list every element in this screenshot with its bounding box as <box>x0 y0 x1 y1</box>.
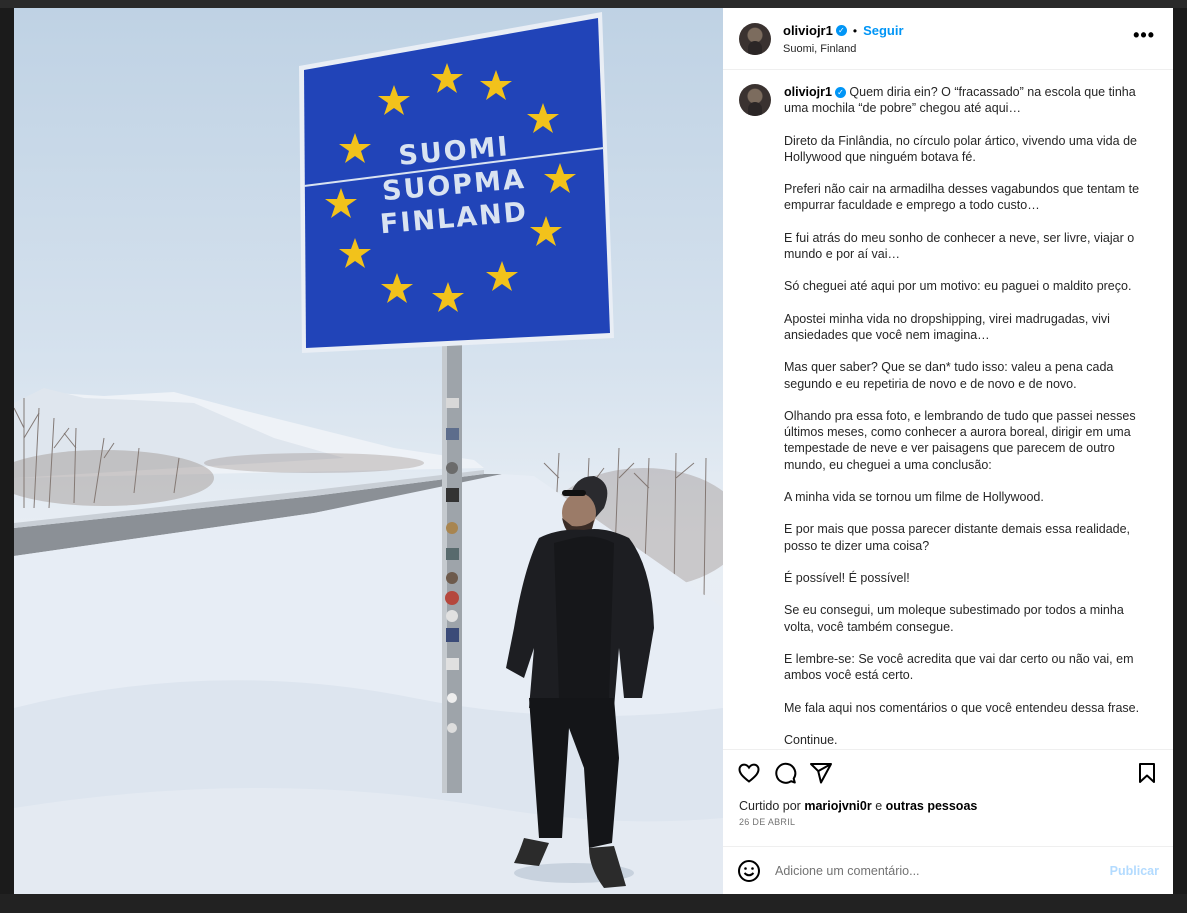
caption-paragraph: Se eu consegui, um moleque subestimado p… <box>784 603 1128 634</box>
post-header: oliviojr1 ✓ • Seguir Suomi, Finland ••• <box>723 8 1173 70</box>
caption-paragraph: Direto da Finlândia, no círculo polar ár… <box>784 133 1141 164</box>
more-options-icon[interactable]: ••• <box>1133 26 1155 44</box>
caption-paragraph: Apostei minha vida no dropshipping, vire… <box>784 311 1114 342</box>
author-avatar[interactable] <box>739 22 771 55</box>
caption-paragraph: Preferi não cair na armadilha desses vag… <box>784 182 1143 213</box>
caption-username[interactable]: oliviojr1 <box>784 85 832 99</box>
bookmark-icon[interactable] <box>1135 761 1159 785</box>
liked-prefix: Curtido por <box>739 799 801 813</box>
caption-paragraph: Olhando pra essa foto, e lembrando de tu… <box>784 408 1140 472</box>
post-date[interactable]: 26 DE ABRIL <box>723 813 1173 827</box>
action-bar <box>723 749 1173 795</box>
separator-dot: • <box>852 24 858 38</box>
caption-scroll-area[interactable]: oliviojr1 ✓ Quem diria ein? O “fracassado… <box>723 70 1173 749</box>
post-photo[interactable]: SUOMI SUOPMA FINLAND <box>14 8 723 894</box>
caption-row: oliviojr1 ✓ Quem diria ein? O “fracassado… <box>739 84 1157 749</box>
share-icon[interactable] <box>809 761 833 785</box>
author-username[interactable]: oliviojr1 <box>783 23 833 38</box>
feed-background-bottom <box>0 894 1187 913</box>
author-info: oliviojr1 ✓ • Seguir Suomi, Finland <box>783 22 904 55</box>
caption-paragraph: E lembre-se: Se você acredita que vai da… <box>784 651 1137 683</box>
caption-paragraph: Me fala aqui nos comentários o que você … <box>784 700 1140 715</box>
comment-input[interactable] <box>773 862 1110 879</box>
caption-paragraph: Mas quer saber? Que se dan* tudo isso: v… <box>784 360 1117 391</box>
caption-paragraph: Só cheguei até aqui por um motivo: eu pa… <box>784 279 1132 294</box>
caption-paragraph: A minha vida se tornou um filme de Holly… <box>784 489 1044 504</box>
liked-others-link[interactable]: outras pessoas <box>886 799 978 813</box>
caption-paragraph: Continue. <box>784 732 838 747</box>
caption-avatar[interactable] <box>739 84 771 116</box>
verified-badge-icon: ✓ <box>835 25 847 37</box>
caption-paragraph: É possível! É possível! <box>784 570 910 585</box>
verified-badge-icon: ✓ <box>834 87 846 99</box>
feed-background-top <box>0 0 1187 8</box>
heart-icon[interactable] <box>737 761 761 785</box>
photo-illustration <box>14 12 723 894</box>
post-location[interactable]: Suomi, Finland <box>783 43 904 55</box>
post-modal: SUOMI SUOPMA FINLAND oliviojr1 ✓ • Seguir S… <box>14 8 1173 894</box>
comment-icon[interactable] <box>773 761 797 785</box>
post-side-panel: oliviojr1 ✓ • Seguir Suomi, Finland ••• oli… <box>723 8 1173 894</box>
caption-paragraph: E fui atrás do meu sonho de conhecer a n… <box>784 230 1138 261</box>
liked-suffix: e <box>875 799 883 813</box>
caption-paragraph: E por mais que possa parecer distante de… <box>784 522 1134 553</box>
liked-user-link[interactable]: mariojvni0r <box>804 799 871 813</box>
likes-summary: Curtido por mariojvni0r e outras pessoas <box>723 795 1173 813</box>
publish-button[interactable]: Publicar <box>1110 864 1159 878</box>
comment-bar: Publicar <box>723 846 1173 894</box>
follow-button[interactable]: Seguir <box>863 23 903 38</box>
caption-text: oliviojr1 ✓ Quem diria ein? O “fracassado… <box>784 84 1144 749</box>
emoji-icon[interactable] <box>737 859 761 883</box>
